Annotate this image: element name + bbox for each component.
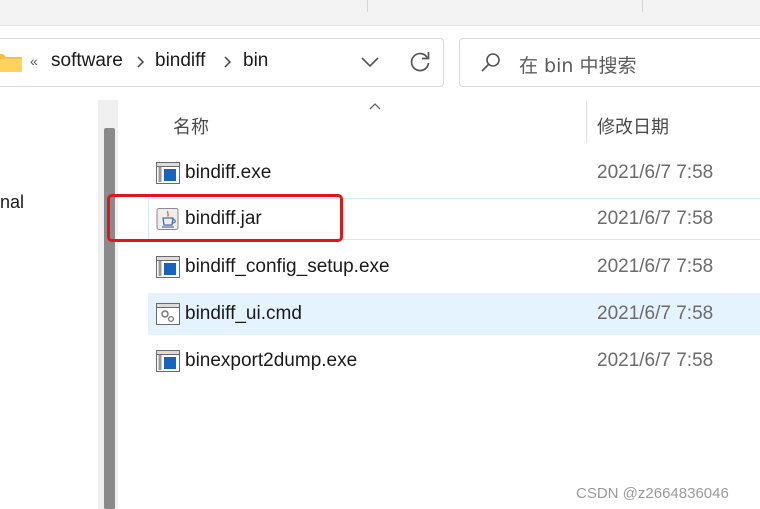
folder-icon bbox=[0, 54, 22, 72]
breadcrumb-bin[interactable]: bin bbox=[243, 50, 268, 72]
file-date: 2021/6/7 7:58 bbox=[597, 350, 714, 371]
tab-divider bbox=[367, 0, 368, 12]
sort-ascending-icon bbox=[369, 103, 381, 110]
breadcrumb-overflow[interactable]: « bbox=[30, 53, 38, 69]
file-date: 2021/6/7 7:58 bbox=[597, 303, 714, 324]
file-date: 2021/6/7 7:58 bbox=[597, 256, 714, 277]
watermark: CSDN @z2664836046 bbox=[576, 485, 729, 502]
chevron-right-icon[interactable] bbox=[223, 56, 233, 68]
exe-icon bbox=[156, 350, 180, 372]
file-name: bindiff_config_setup.exe bbox=[185, 256, 390, 277]
annotation-highlight-box bbox=[107, 194, 343, 242]
breadcrumb-bindiff[interactable]: bindiff bbox=[155, 50, 205, 72]
nav-item-label[interactable]: nal bbox=[0, 192, 24, 213]
breadcrumb-software[interactable]: software bbox=[51, 50, 123, 72]
cmd-script-icon bbox=[156, 303, 180, 325]
tab-strip bbox=[0, 0, 760, 26]
search-icon bbox=[481, 53, 500, 72]
refresh-icon[interactable] bbox=[407, 49, 433, 75]
search-placeholder: 在 bin 中搜索 bbox=[519, 55, 637, 77]
column-header-date-modified[interactable]: 修改日期 bbox=[597, 113, 669, 139]
file-name: binexport2dump.exe bbox=[185, 350, 358, 371]
chevron-right-icon[interactable] bbox=[136, 56, 146, 68]
exe-icon bbox=[156, 256, 180, 278]
chevron-down-icon[interactable] bbox=[359, 54, 381, 70]
file-date: 2021/6/7 7:58 bbox=[597, 162, 714, 183]
file-name: bindiff.exe bbox=[185, 162, 272, 183]
nav-scrollbar-thumb[interactable] bbox=[104, 128, 115, 509]
column-divider[interactable] bbox=[586, 101, 587, 143]
column-header-name[interactable]: 名称 bbox=[173, 113, 209, 139]
file-name: bindiff_ui.cmd bbox=[185, 303, 302, 324]
exe-icon bbox=[156, 162, 180, 184]
file-date: 2021/6/7 7:58 bbox=[597, 208, 714, 229]
tab-divider bbox=[642, 0, 643, 12]
